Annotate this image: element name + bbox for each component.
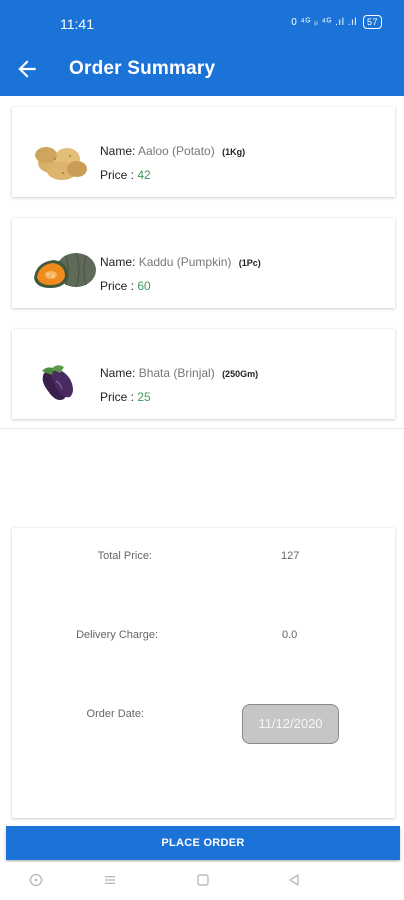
item-quantity: (1Pc) [238, 258, 261, 268]
status-time: 11:41 [60, 16, 94, 32]
total-price-value: 127 [281, 550, 300, 562]
item-price-row: Price : 60 [100, 279, 151, 293]
item-name: Aaloo (Potato) [138, 144, 215, 158]
potato-image [35, 147, 87, 180]
list-divider [0, 428, 404, 429]
pumpkin-image [34, 252, 96, 288]
price-label: Price : [100, 279, 135, 293]
item-quantity: (250Gm) [222, 369, 259, 379]
delivery-charge-label: Delivery Charge: [76, 629, 158, 641]
network-indicators: 0 ⁴ᴳ ᵢₗ ⁴ᴳ .ıl .ıl [291, 16, 357, 28]
square-icon[interactable] [195, 872, 211, 888]
app-header: 11:41 0 ⁴ᴳ ᵢₗ ⁴ᴳ .ıl .ıl 57 Order Summar… [0, 0, 404, 96]
status-bar: 11:41 0 ⁴ᴳ ᵢₗ ⁴ᴳ .ıl .ıl 57 [0, 0, 404, 46]
menu-icon[interactable] [102, 872, 118, 888]
name-label: Name: [100, 366, 136, 380]
delivery-charge-value: 0.0 [282, 629, 298, 641]
list-item: Name: Kaddu (Pumpkin) (1Pc) Price : 60 [12, 218, 395, 308]
item-name-row: Name: Aaloo (Potato) (1Kg) [100, 144, 245, 158]
order-summary-panel: Total Price: 127 Delivery Charge: 0.0 Or… [12, 528, 395, 818]
battery-icon: 57 [362, 15, 382, 29]
name-label: Name: [100, 255, 136, 269]
navigation-bar [0, 862, 404, 900]
order-date-label: Order Date: [86, 708, 144, 720]
item-quantity: (1Kg) [222, 147, 246, 157]
status-icons: 0 ⁴ᴳ ᵢₗ ⁴ᴳ .ıl .ıl 57 [291, 15, 382, 29]
item-name-row: Name: Kaddu (Pumpkin) (1Pc) [100, 255, 261, 269]
item-name-row: Name: Bhata (Brinjal) (250Gm) [100, 366, 258, 380]
arrow-left-icon[interactable] [14, 56, 40, 82]
circle-icon[interactable] [28, 872, 44, 888]
item-name: Bhata (Brinjal) [138, 366, 215, 380]
item-price: 42 [137, 168, 151, 182]
total-price-label: Total Price: [97, 550, 152, 562]
back-triangle-icon[interactable] [286, 872, 302, 888]
order-date-field[interactable]: 11/12/2020 [242, 704, 339, 744]
list-item: Name: Bhata (Brinjal) (250Gm) Price : 25 [12, 329, 395, 419]
list-item: Name: Aaloo (Potato) (1Kg) Price : 42 [12, 107, 395, 197]
item-price-row: Price : 25 [100, 390, 151, 404]
price-label: Price : [100, 390, 135, 404]
item-price: 60 [137, 279, 151, 293]
item-name: Kaddu (Pumpkin) [138, 255, 232, 269]
name-label: Name: [100, 144, 136, 158]
page-title: Order Summary [69, 58, 216, 79]
item-price-row: Price : 42 [100, 168, 151, 182]
brinjal-image [42, 365, 73, 400]
price-label: Price : [100, 168, 135, 182]
place-order-button[interactable]: PLACE ORDER [6, 826, 400, 860]
item-price: 25 [137, 390, 151, 404]
